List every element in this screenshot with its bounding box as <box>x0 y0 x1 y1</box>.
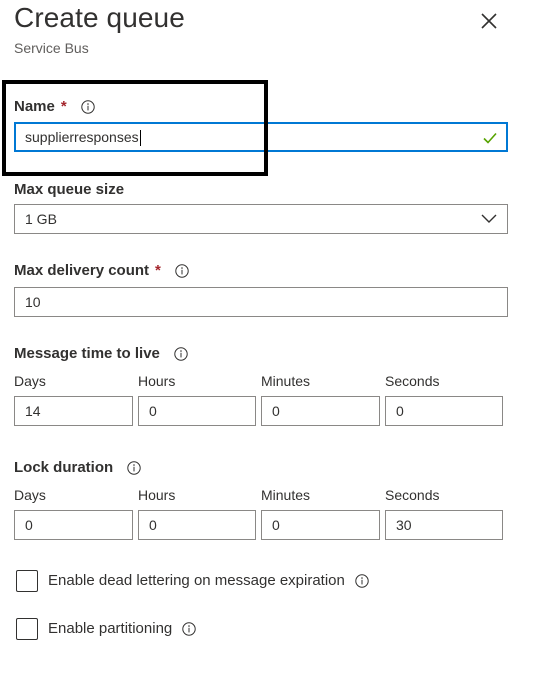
max-queue-size-label: Max queue size <box>14 181 125 198</box>
required-asterisk: * <box>60 98 67 115</box>
max-delivery-count-input[interactable]: 10 <box>14 287 508 317</box>
required-asterisk: * <box>155 262 161 279</box>
close-icon[interactable] <box>476 8 502 34</box>
lock-seconds-label: Seconds <box>385 487 440 503</box>
text-caret <box>139 130 141 147</box>
close-button[interactable] <box>476 8 502 34</box>
page-title: Create queue <box>14 2 185 33</box>
lock-days-label: Days <box>14 487 46 503</box>
lock-duration-label: Lock duration <box>14 459 141 476</box>
partitioning-label: Enable partitioning <box>48 620 196 637</box>
info-icon[interactable] <box>355 573 369 588</box>
lock-days-input[interactable]: 0 <box>14 510 133 540</box>
lock-hours-label: Hours <box>138 487 176 503</box>
partitioning-checkbox[interactable] <box>16 618 38 640</box>
message-ttl-label: Message time to live <box>14 345 188 362</box>
lock-hours-input[interactable]: 0 <box>138 510 256 540</box>
ttl-minutes-label: Minutes <box>261 373 311 389</box>
lock-minutes-input[interactable]: 0 <box>261 510 380 540</box>
ttl-minutes-input[interactable]: 0 <box>261 396 380 426</box>
page-subtitle: Service Bus <box>14 40 89 56</box>
info-icon[interactable] <box>182 621 196 636</box>
name-label: Name * <box>14 98 95 115</box>
ttl-seconds-label: Seconds <box>385 373 440 389</box>
name-input[interactable]: supplierresponses <box>14 122 508 152</box>
chevron-down-icon <box>481 214 497 223</box>
ttl-hours-label: Hours <box>138 373 176 389</box>
info-icon[interactable] <box>81 99 95 114</box>
max-delivery-count-label: Max delivery count * <box>14 262 189 279</box>
checkmark-icon <box>483 132 497 144</box>
max-queue-size-dropdown[interactable]: 1 GB <box>14 204 508 234</box>
info-icon[interactable] <box>174 346 188 361</box>
ttl-hours-input[interactable]: 0 <box>138 396 256 426</box>
ttl-days-input[interactable]: 14 <box>14 396 133 426</box>
dead-lettering-label: Enable dead lettering on message expirat… <box>48 572 369 589</box>
ttl-days-label: Days <box>14 373 46 389</box>
lock-minutes-label: Minutes <box>261 487 311 503</box>
ttl-seconds-input[interactable]: 0 <box>385 396 503 426</box>
dead-lettering-checkbox[interactable] <box>16 570 38 592</box>
lock-seconds-input[interactable]: 30 <box>385 510 503 540</box>
info-icon[interactable] <box>127 460 141 475</box>
info-icon[interactable] <box>175 263 189 278</box>
